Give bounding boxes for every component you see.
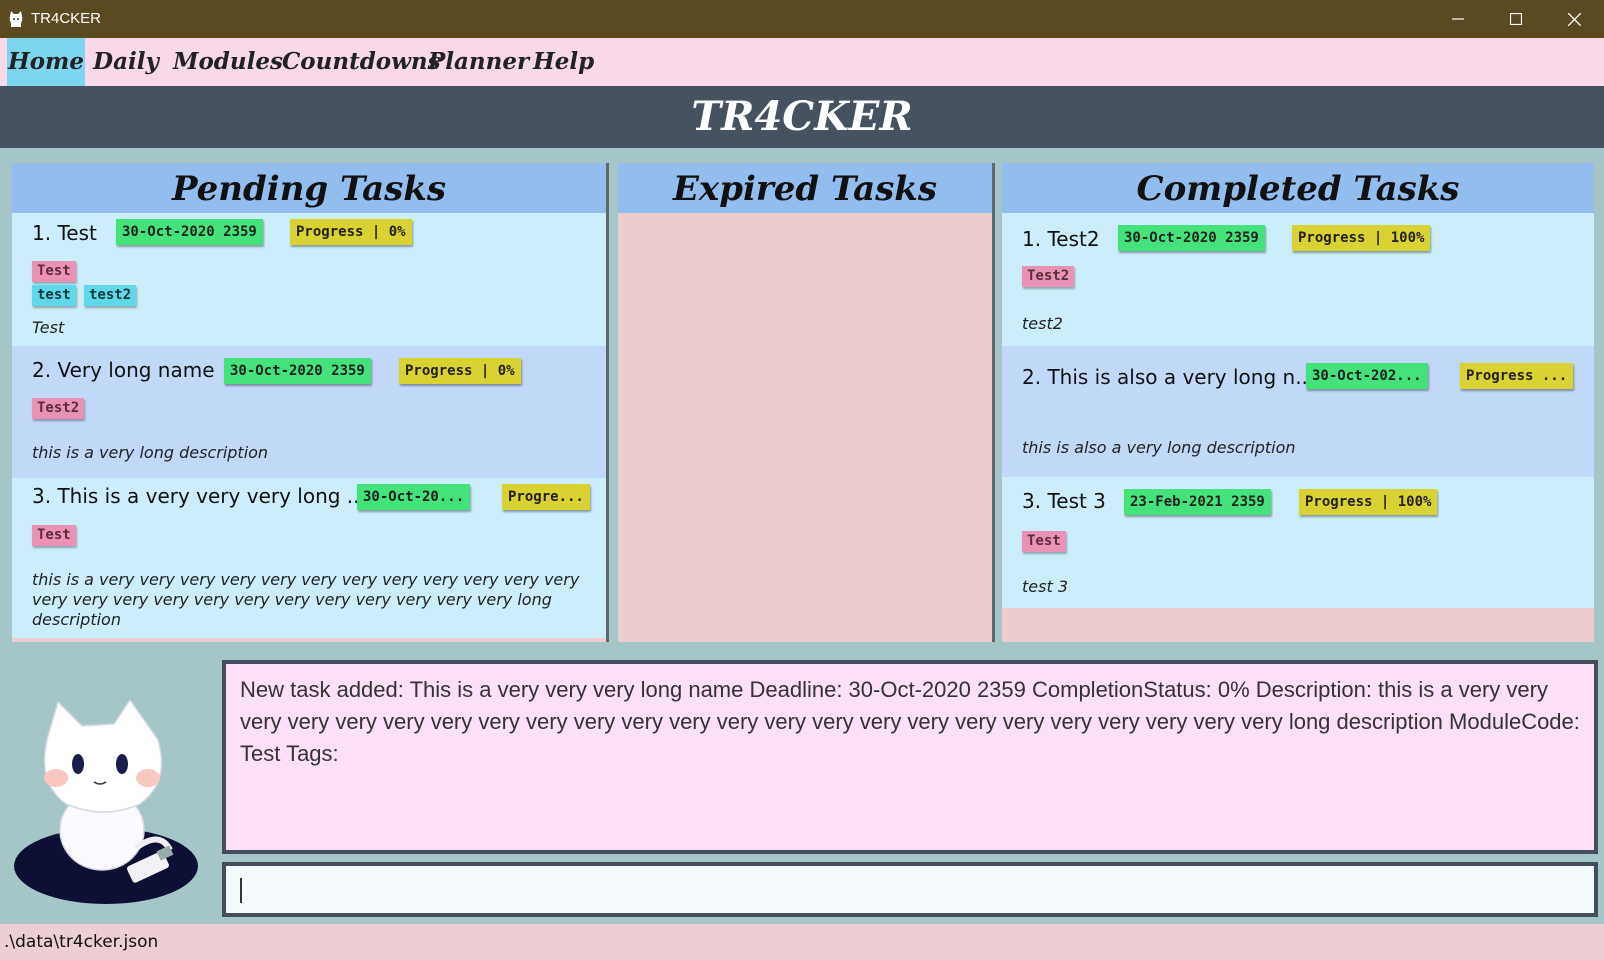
tab-home[interactable]: Home bbox=[7, 38, 85, 86]
expired-tasks-title: Expired Tasks bbox=[618, 163, 992, 213]
task-description: test2 bbox=[1022, 314, 1063, 333]
close-icon bbox=[1567, 12, 1581, 26]
cat-mascot bbox=[14, 700, 198, 904]
deadline-chip: 30-Oct-20... bbox=[357, 484, 471, 510]
task-tag: test2 bbox=[84, 285, 137, 306]
task-card[interactable]: 1. Test2 30-Oct-2020 2359 Progress | 100… bbox=[1002, 213, 1594, 346]
tab-planner[interactable]: Planner bbox=[428, 38, 529, 86]
module-tag: Test bbox=[32, 261, 76, 282]
result-display: New task added: This is a very very very… bbox=[222, 660, 1598, 854]
task-name: 2. Very long name bbox=[32, 358, 215, 382]
deadline-chip: 30-Oct-2020 2359 bbox=[1118, 225, 1265, 251]
task-name: 1. Test2 bbox=[1022, 227, 1100, 251]
task-tag: test bbox=[32, 285, 76, 306]
task-card[interactable]: 1. Test 30-Oct-2020 2359 Progress | 0% T… bbox=[12, 213, 606, 346]
progress-chip: Progre... bbox=[502, 484, 590, 510]
tab-countdowns[interactable]: Countdowns bbox=[282, 38, 441, 86]
close-button[interactable] bbox=[1545, 0, 1603, 38]
task-description: Test bbox=[32, 318, 65, 337]
task-description: this is a very very very very very very … bbox=[32, 570, 580, 629]
module-tag: Test2 bbox=[1022, 266, 1075, 287]
module-tag: Test bbox=[1022, 531, 1066, 552]
progress-chip: Progress | 100% bbox=[1299, 489, 1438, 515]
command-box[interactable] bbox=[222, 862, 1598, 917]
maximize-button[interactable] bbox=[1487, 0, 1545, 38]
panel-divider bbox=[606, 163, 609, 642]
completed-tasks-panel: Completed Tasks 1. Test2 30-Oct-2020 235… bbox=[1002, 163, 1594, 642]
task-card[interactable]: 2. Very long name 30-Oct-2020 2359 Progr… bbox=[12, 346, 606, 478]
task-name: 2. This is also a very long n... bbox=[1022, 365, 1315, 389]
task-description: test 3 bbox=[1022, 577, 1068, 596]
task-card[interactable]: 2. This is also a very long n... 30-Oct-… bbox=[1002, 346, 1594, 477]
text-caret bbox=[240, 878, 242, 903]
tab-daily[interactable]: Daily bbox=[92, 38, 160, 86]
maximize-icon bbox=[1510, 13, 1522, 25]
deadline-chip: 30-Oct-202... bbox=[1306, 363, 1428, 389]
completed-tasks-title: Completed Tasks bbox=[1002, 163, 1594, 213]
module-tag: Test bbox=[32, 525, 76, 546]
minimize-button[interactable] bbox=[1429, 0, 1487, 38]
title-bar: TR4CKER bbox=[0, 0, 1604, 38]
progress-chip: Progress ... bbox=[1460, 363, 1574, 389]
task-description: this is also a very long description bbox=[1022, 438, 1296, 457]
tab-help[interactable]: Help bbox=[533, 38, 594, 86]
task-card[interactable]: 3. Test 3 23-Feb-2021 2359 Progress | 10… bbox=[1002, 477, 1594, 608]
progress-chip: Progress | 100% bbox=[1292, 225, 1431, 251]
deadline-chip: 23-Feb-2021 2359 bbox=[1124, 489, 1271, 515]
task-name: 3. This is a very very very long ... bbox=[32, 484, 366, 508]
task-description: this is a very long description bbox=[32, 443, 269, 462]
pending-tasks-title: Pending Tasks bbox=[12, 163, 606, 213]
deadline-chip: 30-Oct-2020 2359 bbox=[116, 219, 263, 245]
progress-chip: Progress | 0% bbox=[290, 219, 412, 245]
expired-tasks-panel: Expired Tasks bbox=[618, 163, 992, 642]
app-banner: TR4CKER bbox=[0, 86, 1604, 148]
deadline-chip: 30-Oct-2020 2359 bbox=[224, 358, 371, 384]
window-title: TR4CKER bbox=[31, 10, 102, 27]
task-name: 1. Test bbox=[32, 221, 97, 245]
cat-icon bbox=[9, 11, 23, 27]
tab-modules[interactable]: Modules bbox=[173, 38, 283, 86]
task-name: 3. Test 3 bbox=[1022, 489, 1106, 513]
pending-tasks-panel: Pending Tasks 1. Test 30-Oct-2020 2359 P… bbox=[12, 163, 606, 642]
status-bar: .\data\tr4cker.json bbox=[0, 924, 1604, 960]
minimize-icon bbox=[1452, 18, 1464, 20]
menu-bar: Home Daily Modules Countdowns Planner He… bbox=[0, 38, 1604, 86]
module-tag: Test2 bbox=[32, 398, 85, 419]
task-card[interactable]: 3. This is a very very very long ... 30-… bbox=[12, 478, 606, 638]
progress-chip: Progress | 0% bbox=[399, 358, 521, 384]
panel-divider bbox=[992, 163, 995, 642]
